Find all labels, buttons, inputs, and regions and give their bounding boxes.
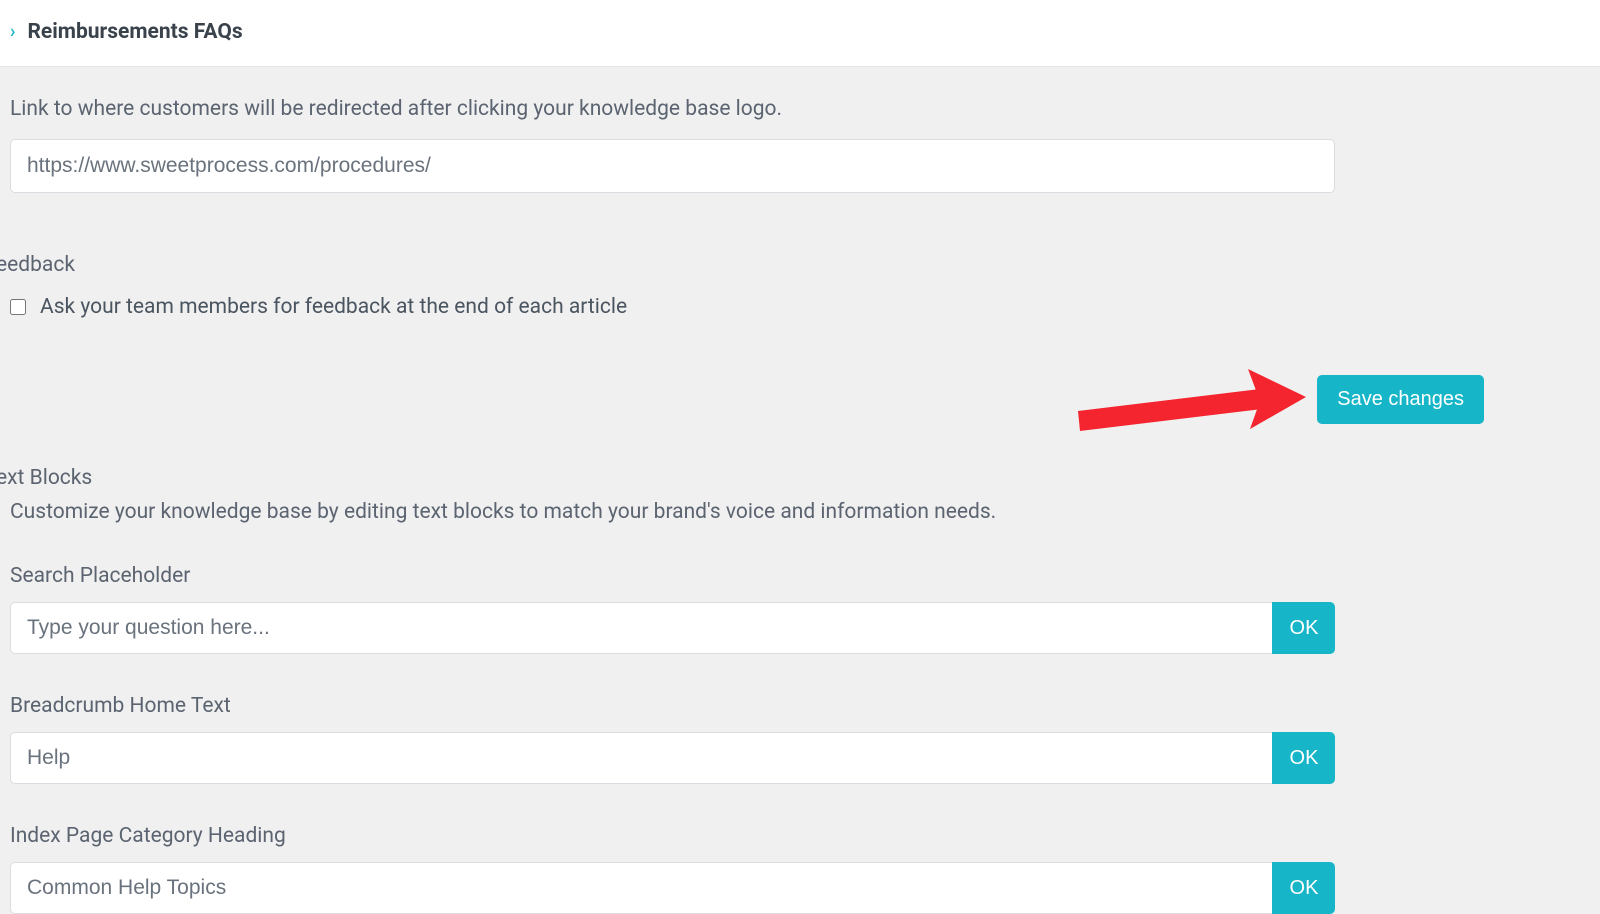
breadcrumb-home-input[interactable] — [10, 732, 1272, 784]
feedback-section-label: eedback — [0, 193, 1600, 289]
breadcrumb-home-label: Breadcrumb Home Text — [0, 654, 1600, 732]
save-changes-button[interactable]: Save changes — [1317, 375, 1484, 424]
feedback-checkbox-label[interactable]: Ask your team members for feedback at th… — [40, 295, 627, 319]
logo-link-input[interactable] — [10, 139, 1335, 193]
index-heading-label: Index Page Category Heading — [0, 784, 1600, 862]
settings-page: Link to where customers will be redirect… — [0, 67, 1600, 914]
breadcrumb-bar: › Reimbursements FAQs — [0, 0, 1600, 67]
feedback-checkbox[interactable] — [10, 299, 26, 315]
breadcrumb-home-ok-button[interactable]: OK — [1272, 732, 1335, 784]
chevron-right-icon: › — [10, 23, 15, 41]
index-heading-ok-button[interactable]: OK — [1272, 862, 1335, 914]
search-placeholder-label: Search Placeholder — [0, 524, 1600, 602]
page-title: Reimbursements FAQs — [27, 20, 242, 44]
text-blocks-section-label: ext Blocks — [0, 424, 1600, 490]
search-placeholder-input[interactable] — [10, 602, 1272, 654]
search-placeholder-ok-button[interactable]: OK — [1272, 602, 1335, 654]
logo-link-description: Link to where customers will be redirect… — [0, 67, 1600, 139]
index-heading-input[interactable] — [10, 862, 1272, 914]
text-blocks-description: Customize your knowledge base by editing… — [0, 490, 1600, 524]
